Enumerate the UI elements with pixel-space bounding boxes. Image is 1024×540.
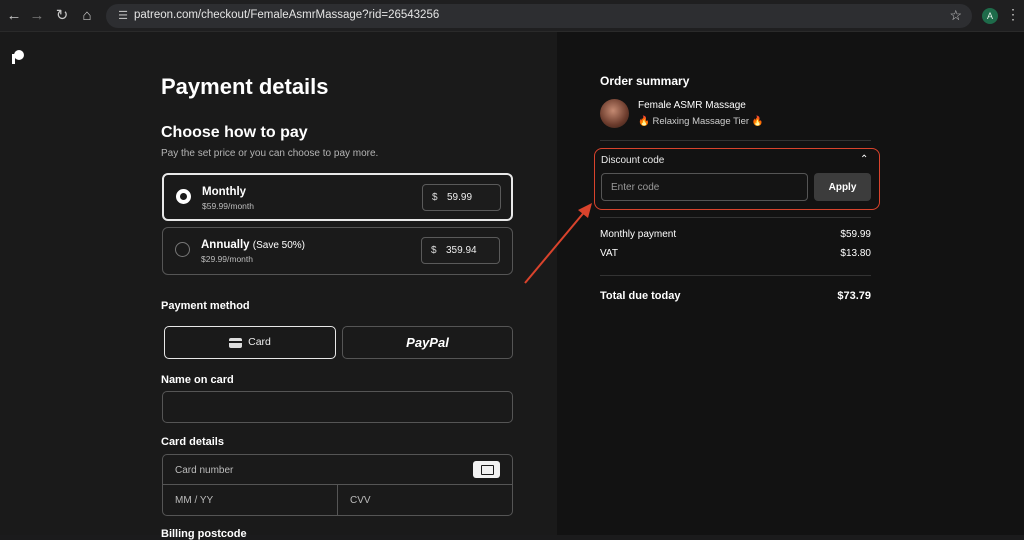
apply-button[interactable]: Apply	[814, 173, 871, 201]
discount-code-label: Discount code	[601, 155, 665, 166]
billing-postcode-label: Billing postcode	[161, 528, 247, 540]
divider	[600, 217, 871, 218]
reload-icon[interactable]: ↻	[52, 6, 72, 26]
plan-name: Annually (Save 50%)	[201, 239, 306, 251]
url-text[interactable]: patreon.com/checkout/FemaleAsmrMassage?r…	[134, 9, 439, 21]
payment-method-label: Payment method	[161, 300, 250, 312]
plan-price-per-month: $29.99/month	[201, 254, 253, 264]
order-summary-title: Order summary	[600, 74, 690, 88]
card-number-placeholder: Card number	[175, 465, 234, 476]
paypal-logo: PayPal	[406, 335, 449, 350]
card-number-field[interactable]: Card number	[163, 455, 512, 485]
profile-avatar[interactable]: A	[982, 8, 998, 24]
credit-card-icon	[229, 337, 243, 348]
card-brand-icon	[473, 461, 500, 478]
forward-icon[interactable]: →	[27, 6, 47, 26]
price-value[interactable]: 359.94	[446, 245, 477, 256]
tier-name: 🔥 Relaxing Massage Tier 🔥	[638, 116, 764, 127]
price-input[interactable]: $ 359.94	[421, 237, 500, 264]
choose-description: Pay the set price or you can choose to p…	[161, 148, 379, 159]
paypal-method-button[interactable]: PayPal	[342, 326, 513, 359]
plan-price-per-month: $59.99/month	[202, 201, 254, 211]
card-method-label: Card	[248, 336, 271, 348]
divider	[600, 275, 871, 276]
price-value[interactable]: 59.99	[447, 192, 472, 203]
patreon-logo[interactable]	[12, 50, 24, 64]
creator-avatar	[600, 99, 629, 128]
total-label: Total due today	[600, 290, 681, 302]
name-on-card-input[interactable]	[162, 391, 513, 423]
discount-code-input[interactable]	[601, 173, 808, 201]
currency-symbol: $	[432, 192, 438, 203]
card-details-label: Card details	[161, 436, 224, 448]
expiry-field[interactable]: MM / YY	[163, 485, 338, 515]
summary-label: VAT	[600, 248, 618, 259]
plan-annually[interactable]: Annually (Save 50%) $29.99/month $ 359.9…	[162, 227, 513, 275]
discount-code-section: Discount code ⌃ Apply	[594, 148, 880, 210]
card-details-group: Card number MM / YY CVV	[162, 454, 513, 516]
plan-name: Monthly	[202, 186, 247, 198]
summary-label: Monthly payment	[600, 229, 677, 240]
radio-unselected[interactable]	[175, 242, 190, 257]
creator-name: Female ASMR Massage	[638, 100, 746, 111]
divider	[600, 140, 871, 141]
plan-monthly[interactable]: Monthly $59.99/month $ 59.99	[162, 173, 513, 221]
name-on-card-label: Name on card	[161, 374, 234, 386]
total-value: $73.79	[837, 290, 871, 302]
currency-symbol: $	[431, 245, 437, 256]
card-method-button[interactable]: Card	[164, 326, 336, 359]
payment-panel: Payment details Choose how to pay Pay th…	[0, 32, 557, 540]
plan-savings-note: (Save 50%)	[252, 240, 306, 251]
cvv-field[interactable]: CVV	[338, 485, 512, 515]
summary-value: $13.80	[840, 248, 871, 259]
expiry-placeholder: MM / YY	[175, 495, 214, 506]
price-input[interactable]: $ 59.99	[422, 184, 501, 211]
home-icon[interactable]: ⌂	[77, 6, 97, 26]
cvv-placeholder: CVV	[350, 495, 371, 506]
bookmark-star-icon[interactable]: ☆	[949, 7, 962, 24]
address-bar[interactable]: ☰ patreon.com/checkout/FemaleAsmrMassage…	[106, 4, 972, 28]
browser-menu-icon[interactable]: ⋮	[1006, 6, 1020, 23]
page-title: Payment details	[161, 74, 329, 99]
back-icon[interactable]: ←	[4, 6, 24, 26]
browser-toolbar: ← → ↻ ⌂ ☰ patreon.com/checkout/FemaleAsm…	[0, 0, 1024, 32]
site-settings-icon[interactable]: ☰	[115, 8, 131, 24]
chevron-up-icon[interactable]: ⌃	[860, 154, 868, 165]
radio-selected[interactable]	[176, 189, 191, 204]
order-summary-panel: Order summary Female ASMR Massage 🔥 Rela…	[557, 32, 1024, 535]
summary-value: $59.99	[840, 229, 871, 240]
checkout-page: Payment details Choose how to pay Pay th…	[0, 32, 1024, 540]
choose-title: Choose how to pay	[161, 124, 308, 141]
